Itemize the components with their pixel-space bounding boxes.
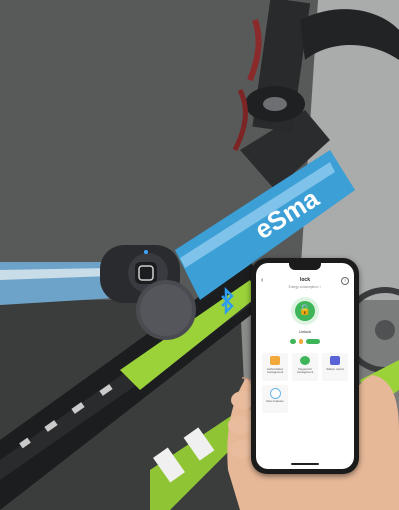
tile-authorization-management[interactable]: Authorization management xyxy=(262,353,288,381)
help-icon[interactable]: ? xyxy=(341,277,349,285)
people-icon xyxy=(270,356,280,365)
phone-notch xyxy=(289,263,321,270)
unlock-button[interactable]: 🔓 xyxy=(291,297,319,325)
tile-label: Fingerprint management xyxy=(296,367,314,375)
tile-station-record[interactable]: Station record xyxy=(322,353,348,381)
record-icon xyxy=(330,356,340,365)
app-title: lock xyxy=(299,277,310,283)
fingerprint-icon xyxy=(300,356,310,365)
phone-screen: ‹ lock ? Energy consumption ☐ 🔓 Unlock A… xyxy=(256,263,354,469)
status-chip xyxy=(299,339,303,344)
tile-label: More features xyxy=(266,399,284,403)
smartphone: ‹ lock ? Energy consumption ☐ 🔓 Unlock A… xyxy=(251,258,359,474)
status-chip xyxy=(306,339,320,344)
more-icon xyxy=(270,388,281,399)
tile-fingerprint-management[interactable]: Fingerprint management xyxy=(292,353,318,381)
tile-more-features[interactable]: More features xyxy=(262,385,288,413)
status-chips xyxy=(284,339,328,345)
app-subtitle: Energy consumption ☐ xyxy=(288,285,322,289)
status-chip xyxy=(290,339,296,344)
tile-label: Authorization management xyxy=(266,367,284,375)
padlock-icon: 🔓 xyxy=(295,301,315,321)
tile-label: Station record xyxy=(326,367,344,371)
lock-state-label: Unlock xyxy=(298,329,312,334)
home-indicator xyxy=(291,463,319,465)
